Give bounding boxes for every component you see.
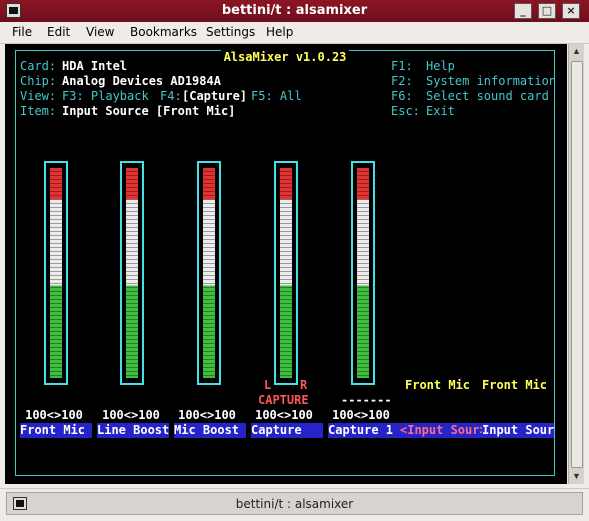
menu-bar: File Edit View Bookmarks Settings Help [0, 22, 589, 44]
scroll-thumb[interactable] [571, 61, 583, 468]
menu-file[interactable]: File [12, 25, 32, 39]
menu-bookmarks[interactable]: Bookmarks [130, 25, 197, 39]
card-value: HDA Intel [62, 59, 128, 73]
vertical-scrollbar[interactable]: ▲ ▼ [568, 44, 584, 484]
item-value: Input Source [Front Mic] [62, 104, 236, 118]
control-value: 100<>100 [25, 408, 83, 422]
volume-gauge-front-mic[interactable] [44, 161, 68, 385]
close-button[interactable]: × [562, 3, 580, 19]
view-f5-all[interactable]: F5: All [251, 89, 302, 104]
title-bar[interactable]: bettini/t : alsamixer _ □ × [0, 0, 589, 22]
view-f3-playback[interactable]: F3: Playback [62, 89, 149, 104]
help-text-f2: System information [426, 74, 557, 88]
gauge-fill [203, 168, 215, 378]
view-f4[interactable]: F4: [160, 89, 182, 104]
control-value: 100<>100 [255, 408, 313, 422]
help-key-f6: F6: [391, 89, 413, 103]
capture-right-indicator: R [300, 378, 308, 392]
control-label-front-mic[interactable]: Front Mic [20, 423, 92, 438]
view-label: View: [20, 89, 57, 103]
control-label-input-source[interactable]: Input Sour [482, 423, 554, 438]
enum-value-input-source-2: Front Mic [482, 378, 548, 392]
control-label-line-boost[interactable]: Line Boost [97, 423, 169, 438]
alsamixer-frame: AlsaMixer v1.0.23 Card: HDA Intel Chip: … [15, 50, 557, 476]
taskbar-label: bettini/t : alsamixer [235, 497, 354, 511]
menu-edit[interactable]: Edit [47, 25, 70, 39]
card-label: Card: [20, 59, 57, 73]
scroll-down-icon[interactable]: ▼ [569, 469, 584, 484]
chip-label: Chip: [20, 74, 57, 88]
gauge-fill [357, 168, 369, 378]
capture-tag: CAPTURE [258, 393, 309, 407]
taskbar-window-button[interactable]: bettini/t : alsamixer [6, 492, 583, 515]
menu-help[interactable]: Help [266, 25, 293, 39]
help-text-f6: Select sound card [426, 89, 549, 103]
minimize-button[interactable]: _ [514, 3, 532, 19]
control-value: 100<>100 [102, 408, 160, 422]
scroll-up-icon[interactable]: ▲ [569, 44, 584, 59]
view-f4-capture[interactable]: [Capture] [182, 89, 247, 104]
control-label-mic-boost[interactable]: Mic Boost [174, 423, 246, 438]
volume-gauge-capture[interactable] [274, 161, 298, 385]
taskbar: bettini/t : alsamixer [0, 488, 589, 521]
maximize-button[interactable]: □ [538, 3, 556, 19]
window-title: bettini/t : alsamixer [221, 3, 368, 18]
gauge-fill [280, 168, 292, 378]
gauge-fill [126, 168, 138, 378]
terminal-window: bettini/t : alsamixer _ □ × File Edit Vi… [0, 0, 589, 521]
control-label-input-source-selected[interactable]: <Input Sour> [400, 423, 487, 438]
enum-value-input-source-1: Front Mic [405, 378, 471, 392]
menu-view[interactable]: View [86, 25, 114, 39]
capture-1-tag: ------- [341, 393, 392, 407]
volume-gauge-capture-1[interactable] [351, 161, 375, 385]
chip-value: Analog Devices AD1984A [62, 74, 221, 88]
help-key-esc: Esc: [391, 104, 420, 118]
capture-left-indicator: L [264, 378, 272, 392]
help-text-f1: Help [426, 59, 455, 73]
volume-gauge-mic-boost[interactable] [197, 161, 221, 385]
menu-settings[interactable]: Settings [206, 25, 255, 39]
gauge-fill [50, 168, 62, 378]
control-label-capture-1[interactable]: Capture 1 [328, 423, 400, 438]
help-key-f1: F1: [391, 59, 413, 73]
terminal-area[interactable]: AlsaMixer v1.0.23 Card: HDA Intel Chip: … [5, 44, 567, 484]
control-value: 100<>100 [332, 408, 390, 422]
volume-gauge-line-boost[interactable] [120, 161, 144, 385]
help-key-f2: F2: [391, 74, 413, 88]
control-value: 100<>100 [178, 408, 236, 422]
control-label-capture[interactable]: Capture [251, 423, 323, 438]
item-label: Item: [20, 104, 57, 118]
mixer-title: AlsaMixer v1.0.23 [220, 50, 350, 64]
help-text-esc: Exit [426, 104, 455, 118]
